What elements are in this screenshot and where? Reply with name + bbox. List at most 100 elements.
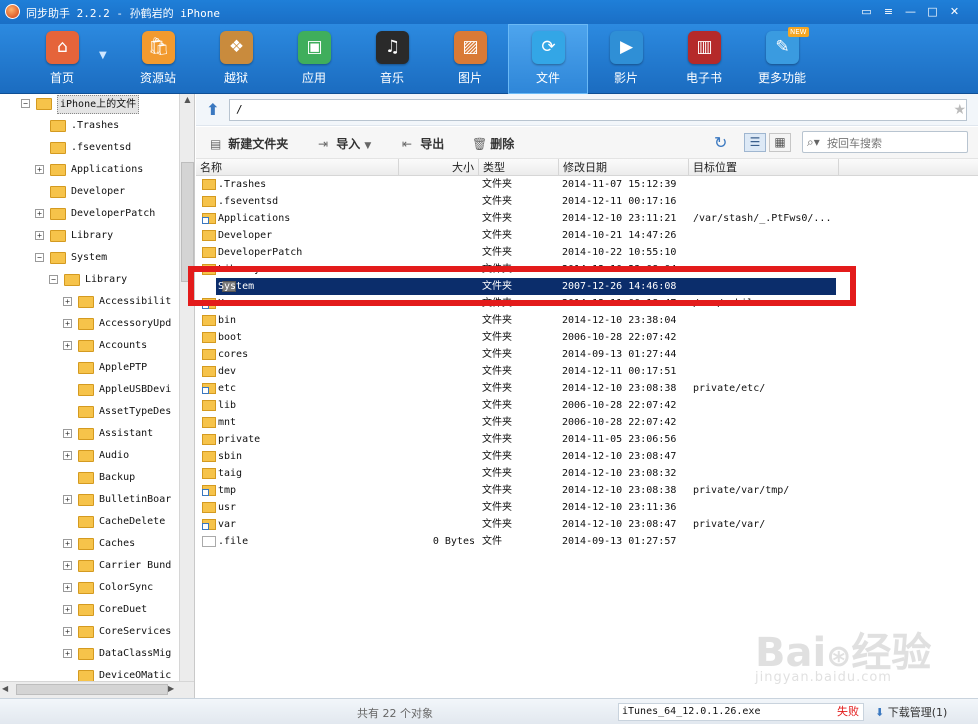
column-target[interactable]: 目标位置 [689, 159, 839, 176]
toolbar-tab-8[interactable]: ▥ 电子书 [664, 24, 744, 94]
new-folder-button[interactable]: ▤ 新建文件夹 [210, 135, 288, 152]
toolbar-tab-7[interactable]: ▶ 影片 [586, 24, 666, 94]
tree-item[interactable]: + CoreServices [0, 622, 179, 642]
file-row[interactable]: Developer 文件夹 2014-10-21 14:47:26 [196, 227, 978, 244]
toolbar-tab-2[interactable]: ❖ 越狱 [196, 24, 276, 94]
expand-icon[interactable]: + [63, 561, 72, 570]
toolbar-tab-9[interactable]: ✎ NEW 更多功能 [742, 24, 822, 94]
tree-item[interactable]: + Carrier Bund [0, 556, 179, 576]
expand-icon[interactable]: + [63, 341, 72, 350]
file-row[interactable]: mnt 文件夹 2006-10-28 22:07:42 [196, 414, 978, 431]
expand-icon[interactable]: + [63, 319, 72, 328]
file-row[interactable]: private 文件夹 2014-11-05 23:06:56 [196, 431, 978, 448]
scroll-right-icon[interactable]: ▶ [168, 684, 174, 693]
tree-item[interactable]: + Library [0, 226, 179, 246]
tree-item[interactable]: + Audio [0, 446, 179, 466]
tree-item[interactable]: − System [0, 248, 179, 268]
grid-view-icon[interactable]: ▦ [769, 133, 791, 152]
collapse-icon[interactable]: − [49, 275, 58, 284]
toolbar-tab-0[interactable]: ⌂ 首页 [22, 24, 102, 94]
path-input[interactable]: / [229, 99, 967, 121]
expand-icon[interactable]: + [63, 605, 72, 614]
tree-item[interactable]: − Library [0, 270, 179, 290]
file-row[interactable]: boot 文件夹 2006-10-28 22:07:42 [196, 329, 978, 346]
tree-item[interactable]: .fseventsd [0, 138, 179, 158]
tree-item[interactable]: + Assistant [0, 424, 179, 444]
tree-item[interactable]: + DataClassMig [0, 644, 179, 664]
tree-item[interactable]: Developer [0, 182, 179, 202]
download-manager-button[interactable]: ⬇ 下载管理(1) [875, 704, 947, 720]
file-row[interactable]: etc 文件夹 2014-12-10 23:08:38 private/etc/ [196, 380, 978, 397]
expand-icon[interactable]: + [35, 165, 44, 174]
tree-root-item[interactable]: − iPhone上的文件 [0, 94, 179, 114]
file-row[interactable]: sbin 文件夹 2014-12-10 23:08:47 [196, 448, 978, 465]
scroll-left-icon[interactable]: ◀ [2, 684, 8, 693]
close-icon[interactable]: ✕ [946, 3, 963, 20]
expand-icon[interactable]: + [63, 495, 72, 504]
search-input[interactable] [827, 135, 957, 151]
favorite-star-icon[interactable]: ★ [953, 102, 966, 118]
column-type[interactable]: 类型 [479, 159, 559, 176]
expand-icon[interactable]: + [63, 627, 72, 636]
file-row[interactable]: cores 文件夹 2014-09-13 01:27:44 [196, 346, 978, 363]
up-directory-icon[interactable]: ⬆ [204, 101, 222, 119]
search-box[interactable]: ⌕▾ [802, 131, 968, 153]
file-row[interactable]: var 文件夹 2014-12-10 23:08:47 private/var/ [196, 516, 978, 533]
column-modified[interactable]: 修改日期 [559, 159, 689, 176]
tree-item[interactable]: Backup [0, 468, 179, 488]
tree-horizontal-scrollbar[interactable]: ◀ ▶ [0, 681, 194, 698]
tree-item[interactable]: + AccessoryUpd [0, 314, 179, 334]
refresh-icon[interactable]: ↻ [714, 133, 727, 152]
tree-item[interactable]: AssetTypeDes [0, 402, 179, 422]
tree-item[interactable]: ApplePTP [0, 358, 179, 378]
tree-item[interactable]: CacheDelete [0, 512, 179, 532]
collapse-icon[interactable]: − [21, 99, 30, 108]
tree-item[interactable]: + CoreDuet [0, 600, 179, 620]
column-size[interactable]: 大小 [399, 159, 479, 176]
feedback-icon[interactable]: ▭ [858, 3, 875, 20]
tree-item[interactable]: + ColorSync [0, 578, 179, 598]
file-row[interactable]: .file 0 Bytes 文件 2014-09-13 01:27:57 [196, 533, 978, 550]
file-row[interactable]: dev 文件夹 2014-12-11 00:17:51 [196, 363, 978, 380]
tree-item[interactable]: AppleUSBDevi [0, 380, 179, 400]
toolbar-tab-6[interactable]: ⟳ 文件 [508, 24, 588, 94]
download-task[interactable]: iTunes_64_12.0.1.26.exe 失败 [618, 703, 864, 721]
tree-item[interactable]: + DeveloperPatch [0, 204, 179, 224]
file-row[interactable]: usr 文件夹 2014-12-10 23:11:36 [196, 499, 978, 516]
file-row[interactable]: Applications 文件夹 2014-12-10 23:11:21/var/s… [196, 210, 978, 227]
file-row[interactable]: taig 文件夹 2014-12-10 23:08:32 [196, 465, 978, 482]
home-dropdown-arrow-icon[interactable]: ▼ [99, 50, 107, 61]
tree-hscroll-thumb[interactable] [16, 684, 168, 695]
menu-icon[interactable]: ≡ [880, 3, 897, 20]
expand-icon[interactable]: + [63, 539, 72, 548]
tree-item[interactable]: + Accounts [0, 336, 179, 356]
collapse-icon[interactable]: − [35, 253, 44, 262]
tree-item[interactable]: + Accessibilit [0, 292, 179, 312]
toolbar-tab-3[interactable]: ▣ 应用 [274, 24, 354, 94]
expand-icon[interactable]: + [35, 231, 44, 240]
tree-item[interactable]: + Applications [0, 160, 179, 180]
scroll-up-icon[interactable]: ▲ [181, 95, 194, 108]
file-row[interactable]: .fseventsd 文件夹 2014-12-11 00:17:16 [196, 193, 978, 210]
expand-icon[interactable]: + [63, 583, 72, 592]
tree-item[interactable]: + Caches [0, 534, 179, 554]
minimize-icon[interactable]: — [902, 3, 919, 20]
expand-icon[interactable]: + [63, 649, 72, 658]
toolbar-tab-4[interactable]: ♫ 音乐 [352, 24, 432, 94]
delete-button[interactable]: 🗑 删除 [472, 135, 514, 152]
maximize-icon[interactable]: □ [924, 3, 941, 20]
expand-icon[interactable]: + [35, 209, 44, 218]
toolbar-tab-1[interactable]: 🛍 资源站 [118, 24, 198, 94]
file-row[interactable]: tmp 文件夹 2014-12-10 23:08:38 private/var/tmp… [196, 482, 978, 499]
import-button[interactable]: ⇥ 导入 ▼ [318, 135, 371, 152]
import-dropdown-icon[interactable]: ▼ [364, 141, 371, 151]
column-name[interactable]: 名称 [196, 159, 399, 176]
toolbar-tab-5[interactable]: ▨ 图片 [430, 24, 510, 94]
file-row[interactable]: lib 文件夹 2006-10-28 22:07:42 [196, 397, 978, 414]
list-view-icon[interactable]: ☰ [744, 133, 766, 152]
search-icon[interactable]: ⌕▾ [807, 135, 820, 150]
expand-icon[interactable]: + [63, 451, 72, 460]
export-button[interactable]: ⇤ 导出 [402, 135, 444, 152]
expand-icon[interactable]: + [63, 297, 72, 306]
tree-vertical-scrollbar[interactable]: ▲ [179, 94, 194, 681]
